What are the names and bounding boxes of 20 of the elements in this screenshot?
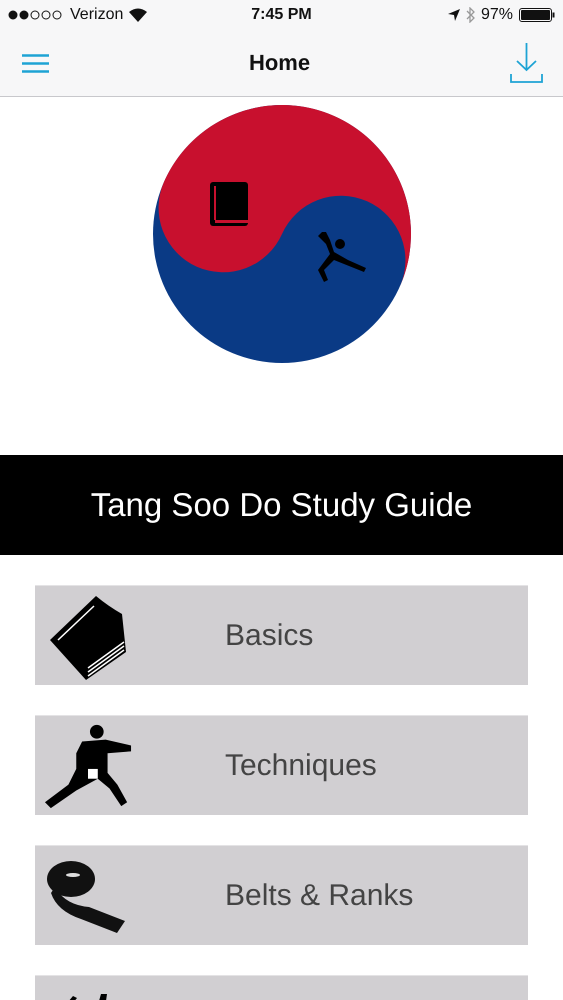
battery-percentage: 97%	[480, 6, 513, 24]
download-icon	[510, 43, 543, 83]
battery-icon	[519, 8, 555, 22]
wifi-icon	[129, 8, 148, 22]
menu-item[interactable]: Basics	[35, 585, 528, 685]
nav-title: Home	[248, 50, 310, 76]
download-button[interactable]	[510, 43, 543, 83]
signal-strength-icon	[8, 10, 64, 20]
carrier-name: Verizon	[70, 6, 124, 24]
menu-icon	[22, 54, 49, 72]
location-arrow-icon	[448, 9, 460, 21]
book-icon	[210, 182, 248, 226]
menu-item[interactable]: Belts & Ranks	[35, 845, 528, 945]
bluetooth-icon	[466, 7, 475, 23]
karate-figure-icon	[43, 722, 133, 808]
kicking-figure-icon	[318, 232, 366, 282]
clock-time: 7:45 PM	[251, 6, 312, 24]
menu-button[interactable]	[22, 54, 49, 72]
menu-item[interactable]: Techniques	[35, 715, 528, 815]
app-title: Tang Soo Do Study Guide	[90, 486, 472, 524]
